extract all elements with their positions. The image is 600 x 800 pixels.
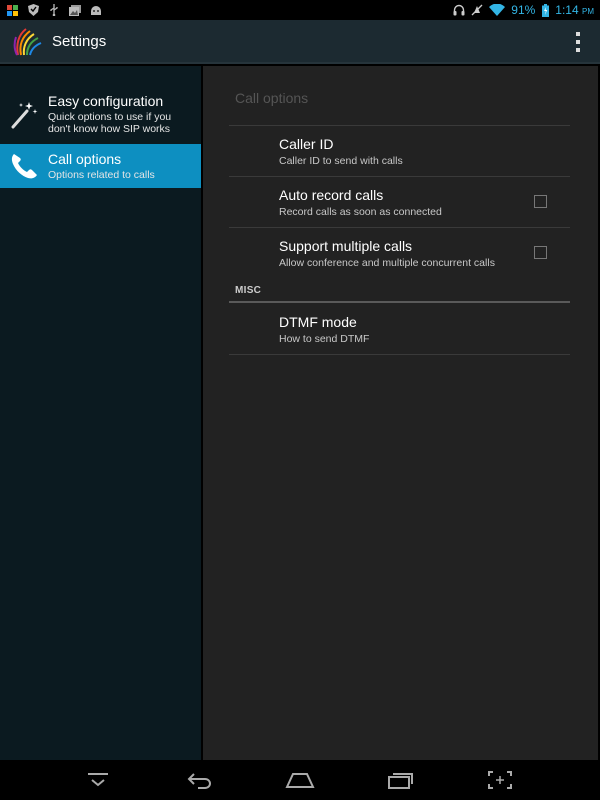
gallery-notification-icon (69, 4, 81, 16)
back-icon[interactable] (184, 768, 216, 792)
android-debug-icon (90, 4, 102, 16)
notification-icons (0, 4, 102, 16)
category-divider (229, 301, 570, 303)
clock: 1:14 PM (555, 3, 594, 17)
pref-summary: How to send DTMF (279, 333, 370, 345)
header-easy-configuration-text: Easy configuration Quick options to use … (48, 93, 171, 135)
magic-wand-icon (9, 99, 39, 129)
pref-auto-record-calls[interactable]: Auto record calls Record calls as soon a… (229, 177, 570, 227)
phone-icon (9, 151, 39, 181)
auto-record-checkbox[interactable] (534, 195, 547, 208)
pref-summary: Record calls as soon as connected (279, 206, 442, 218)
pref-summary: Allow conference and multiple concurrent… (279, 257, 495, 269)
pref-support-multiple-calls[interactable]: Support multiple calls Allow conference … (229, 228, 570, 278)
shield-notification-icon (27, 4, 39, 16)
preference-headers-list: Easy configuration Quick options to use … (0, 66, 201, 760)
battery-percent: 91% (511, 3, 536, 17)
multiple-calls-checkbox[interactable] (534, 246, 547, 259)
navigation-bar (0, 760, 600, 800)
header-call-options-text: Call options Options related to calls (48, 151, 155, 181)
app-logo-icon[interactable] (12, 25, 44, 57)
wifi-icon (489, 4, 506, 16)
pref-summary: Caller ID to send with calls (279, 155, 403, 167)
divider (229, 354, 570, 355)
usb-icon (48, 4, 60, 16)
pref-dtmf-mode[interactable]: DTMF mode How to send DTMF (229, 304, 570, 354)
pref-title: DTMF mode (279, 314, 357, 330)
header-summary: Quick options to use if you (48, 111, 172, 123)
hide-keyboard-icon[interactable] (82, 768, 114, 792)
screenshot-icon[interactable] (484, 768, 516, 792)
action-bar: Settings (0, 20, 600, 64)
header-summary: don't know how SIP works (48, 123, 171, 135)
system-status-icons: 91% 1:14 PM (453, 0, 594, 20)
category-misc: MISC (235, 285, 262, 296)
pref-title: Caller ID (279, 136, 334, 152)
ringer-off-icon (471, 4, 483, 16)
overflow-menu-icon[interactable] (572, 32, 584, 52)
header-summary: Options related to calls (48, 169, 155, 181)
header-title: Easy configuration (48, 93, 164, 109)
app-grid-notification-icon (6, 4, 18, 16)
pref-title: Auto record calls (279, 187, 384, 203)
preferences-panel: Call options Caller ID Caller ID to send… (203, 66, 598, 760)
status-bar: 91% 1:14 PM (0, 0, 600, 20)
home-icon[interactable] (284, 768, 316, 792)
header-easy-configuration[interactable]: Easy configuration Quick options to use … (0, 92, 201, 136)
recent-apps-icon[interactable] (385, 768, 417, 792)
pref-title: Support multiple calls (279, 238, 413, 254)
header-call-options[interactable]: Call options Options related to calls (0, 144, 201, 188)
action-bar-title: Settings (52, 32, 107, 50)
pref-caller-id[interactable]: Caller ID Caller ID to send with calls (229, 126, 570, 176)
battery-charging-icon (541, 3, 549, 17)
panel-title: Call options (235, 90, 309, 106)
headphones-icon (453, 4, 465, 16)
header-title: Call options (48, 151, 122, 167)
